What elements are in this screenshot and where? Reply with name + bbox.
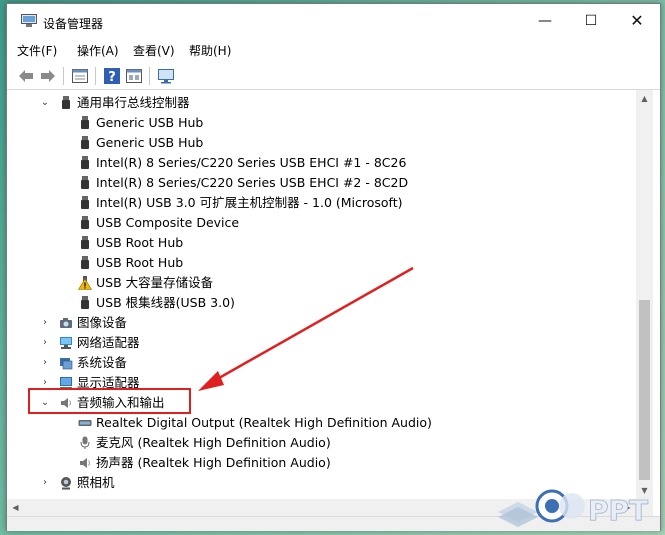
tree-category-network[interactable]: › 网络适配器 — [7, 333, 636, 353]
scroll-left-arrow-icon[interactable]: ◀ — [7, 499, 24, 516]
device-label: USB Root Hub — [96, 255, 184, 270]
device-label: Generic USB Hub — [96, 115, 204, 130]
device-label: USB Root Hub — [96, 235, 184, 250]
usb-plug-icon — [81, 216, 89, 229]
system-devices-icon — [60, 358, 73, 370]
monitor-icon[interactable] — [157, 67, 175, 85]
network-adapter-icon — [60, 337, 72, 349]
tree-category-system[interactable]: › 系统设备 — [7, 353, 636, 373]
tree-category-label: 系统设备 — [77, 355, 128, 370]
tree-device-item[interactable]: Intel(R) 8 Series/C220 Series USB EHCI #… — [7, 153, 636, 173]
chevron-right-icon[interactable]: › — [39, 333, 51, 353]
usb-plug-icon — [81, 156, 89, 169]
usb-plug-icon — [81, 296, 89, 309]
toolbar-separator — [95, 67, 96, 85]
properties-icon[interactable] — [71, 67, 89, 85]
vertical-scrollbar[interactable]: ▲ ▼ — [636, 90, 653, 499]
device-label: Intel(R) 8 Series/C220 Series USB EHCI #… — [96, 175, 409, 190]
speaker-icon — [80, 458, 90, 468]
tree-category-label: 通用串行总线控制器 — [77, 95, 190, 110]
tree-device-item[interactable]: USB Root Hub — [7, 233, 636, 253]
view-icon[interactable] — [125, 67, 143, 85]
usb-plug-icon — [81, 176, 89, 189]
tree-category-label: 网络适配器 — [77, 335, 140, 350]
tree-category-imaging[interactable]: › 图像设备 — [7, 313, 636, 333]
device-label: 麦克风 (Realtek High Definition Audio) — [96, 435, 331, 450]
toolbar-separator — [63, 67, 64, 85]
forward-icon[interactable] — [39, 67, 57, 85]
menu-action[interactable]: 操作(A) — [77, 42, 119, 59]
tree-device-item[interactable]: Intel(R) 8 Series/C220 Series USB EHCI #… — [7, 173, 636, 193]
close-button[interactable]: ✕ — [614, 4, 660, 38]
device-manager-app-icon — [21, 14, 37, 27]
minimize-button[interactable]: — — [522, 4, 568, 38]
chevron-right-icon[interactable]: › — [39, 473, 51, 493]
chevron-right-icon[interactable]: › — [39, 353, 51, 373]
tree-category-label: 图像设备 — [77, 315, 128, 330]
tree-device-item[interactable]: Generic USB Hub — [7, 133, 636, 153]
back-icon[interactable] — [17, 67, 35, 85]
annotation-highlight-box — [28, 388, 191, 414]
tree-device-item[interactable]: 麦克风 (Realtek High Definition Audio) — [7, 433, 636, 453]
tree-device-item[interactable]: Realtek Digital Output (Realtek High Def… — [7, 413, 636, 433]
usb-plug-icon — [62, 96, 70, 109]
camera-device-icon — [60, 318, 72, 328]
usb-plug-icon — [81, 256, 89, 269]
device-label: USB 根集线器(USB 3.0) — [96, 295, 235, 310]
title-bar[interactable]: 设备管理器 — ☐ ✕ — [7, 4, 660, 38]
menu-bar: 文件(F) 操作(A) 查看(V) 帮助(H) — [7, 38, 660, 62]
window-title: 设备管理器 — [43, 17, 104, 31]
device-label: Intel(R) 8 Series/C220 Series USB EHCI #… — [96, 155, 407, 170]
device-label: 扬声器 (Realtek High Definition Audio) — [96, 455, 331, 470]
usb-plug-icon — [81, 196, 89, 209]
usb-plug-icon — [81, 236, 89, 249]
chevron-down-icon[interactable]: ⌄ — [39, 93, 51, 113]
warning-icon — [78, 276, 92, 290]
help-icon[interactable]: ? — [103, 67, 121, 85]
digital-output-icon — [78, 420, 92, 426]
toolbar-separator — [149, 67, 150, 85]
usb-plug-icon — [81, 136, 89, 149]
webcam-icon — [61, 477, 71, 490]
device-label: USB Composite Device — [96, 215, 240, 230]
toolbar: ? — [7, 62, 660, 90]
device-label: USB 大容量存储设备 — [96, 275, 214, 290]
tree-device-item[interactable]: USB 根集线器(USB 3.0) — [7, 293, 636, 313]
tree-device-item[interactable]: Intel(R) USB 3.0 可扩展主机控制器 - 1.0 (Microso… — [7, 193, 636, 213]
tree-category-label: 照相机 — [77, 475, 115, 490]
usb-plug-icon — [81, 116, 89, 129]
tree-device-item[interactable]: USB 大容量存储设备 — [7, 273, 636, 293]
microphone-icon — [80, 436, 90, 449]
tree-category-usb-controllers[interactable]: ⌄ 通用串行总线控制器 — [7, 93, 636, 113]
device-manager-window: 设备管理器 — ☐ ✕ 文件(F) 操作(A) 查看(V) 帮助(H) ? ⌄ … — [6, 3, 661, 531]
chevron-right-icon[interactable]: › — [39, 313, 51, 333]
tree-device-item[interactable]: 扬声器 (Realtek High Definition Audio) — [7, 453, 636, 473]
svg-text:?: ? — [108, 70, 116, 85]
device-label: Intel(R) USB 3.0 可扩展主机控制器 - 1.0 (Microso… — [96, 195, 403, 210]
device-label: Generic USB Hub — [96, 135, 204, 150]
menu-help[interactable]: 帮助(H) — [189, 42, 231, 59]
menu-file[interactable]: 文件(F) — [17, 42, 57, 59]
scroll-up-arrow-icon[interactable]: ▲ — [636, 90, 653, 107]
device-label: Realtek Digital Output (Realtek High Def… — [96, 415, 432, 430]
watermark-logo: PPT — [498, 489, 649, 527]
tree-device-item[interactable]: Generic USB Hub — [7, 113, 636, 133]
menu-view[interactable]: 查看(V) — [133, 42, 175, 59]
tree-device-item[interactable]: USB Composite Device — [7, 213, 636, 233]
device-tree: ⌄ 通用串行总线控制器 Generic USB Hub Generic USB … — [7, 90, 636, 499]
maximize-button[interactable]: ☐ — [568, 4, 614, 38]
scrollbar-thumb[interactable] — [639, 300, 650, 480]
tree-device-item[interactable]: USB Root Hub — [7, 253, 636, 273]
svg-text:PPT: PPT — [588, 494, 648, 527]
